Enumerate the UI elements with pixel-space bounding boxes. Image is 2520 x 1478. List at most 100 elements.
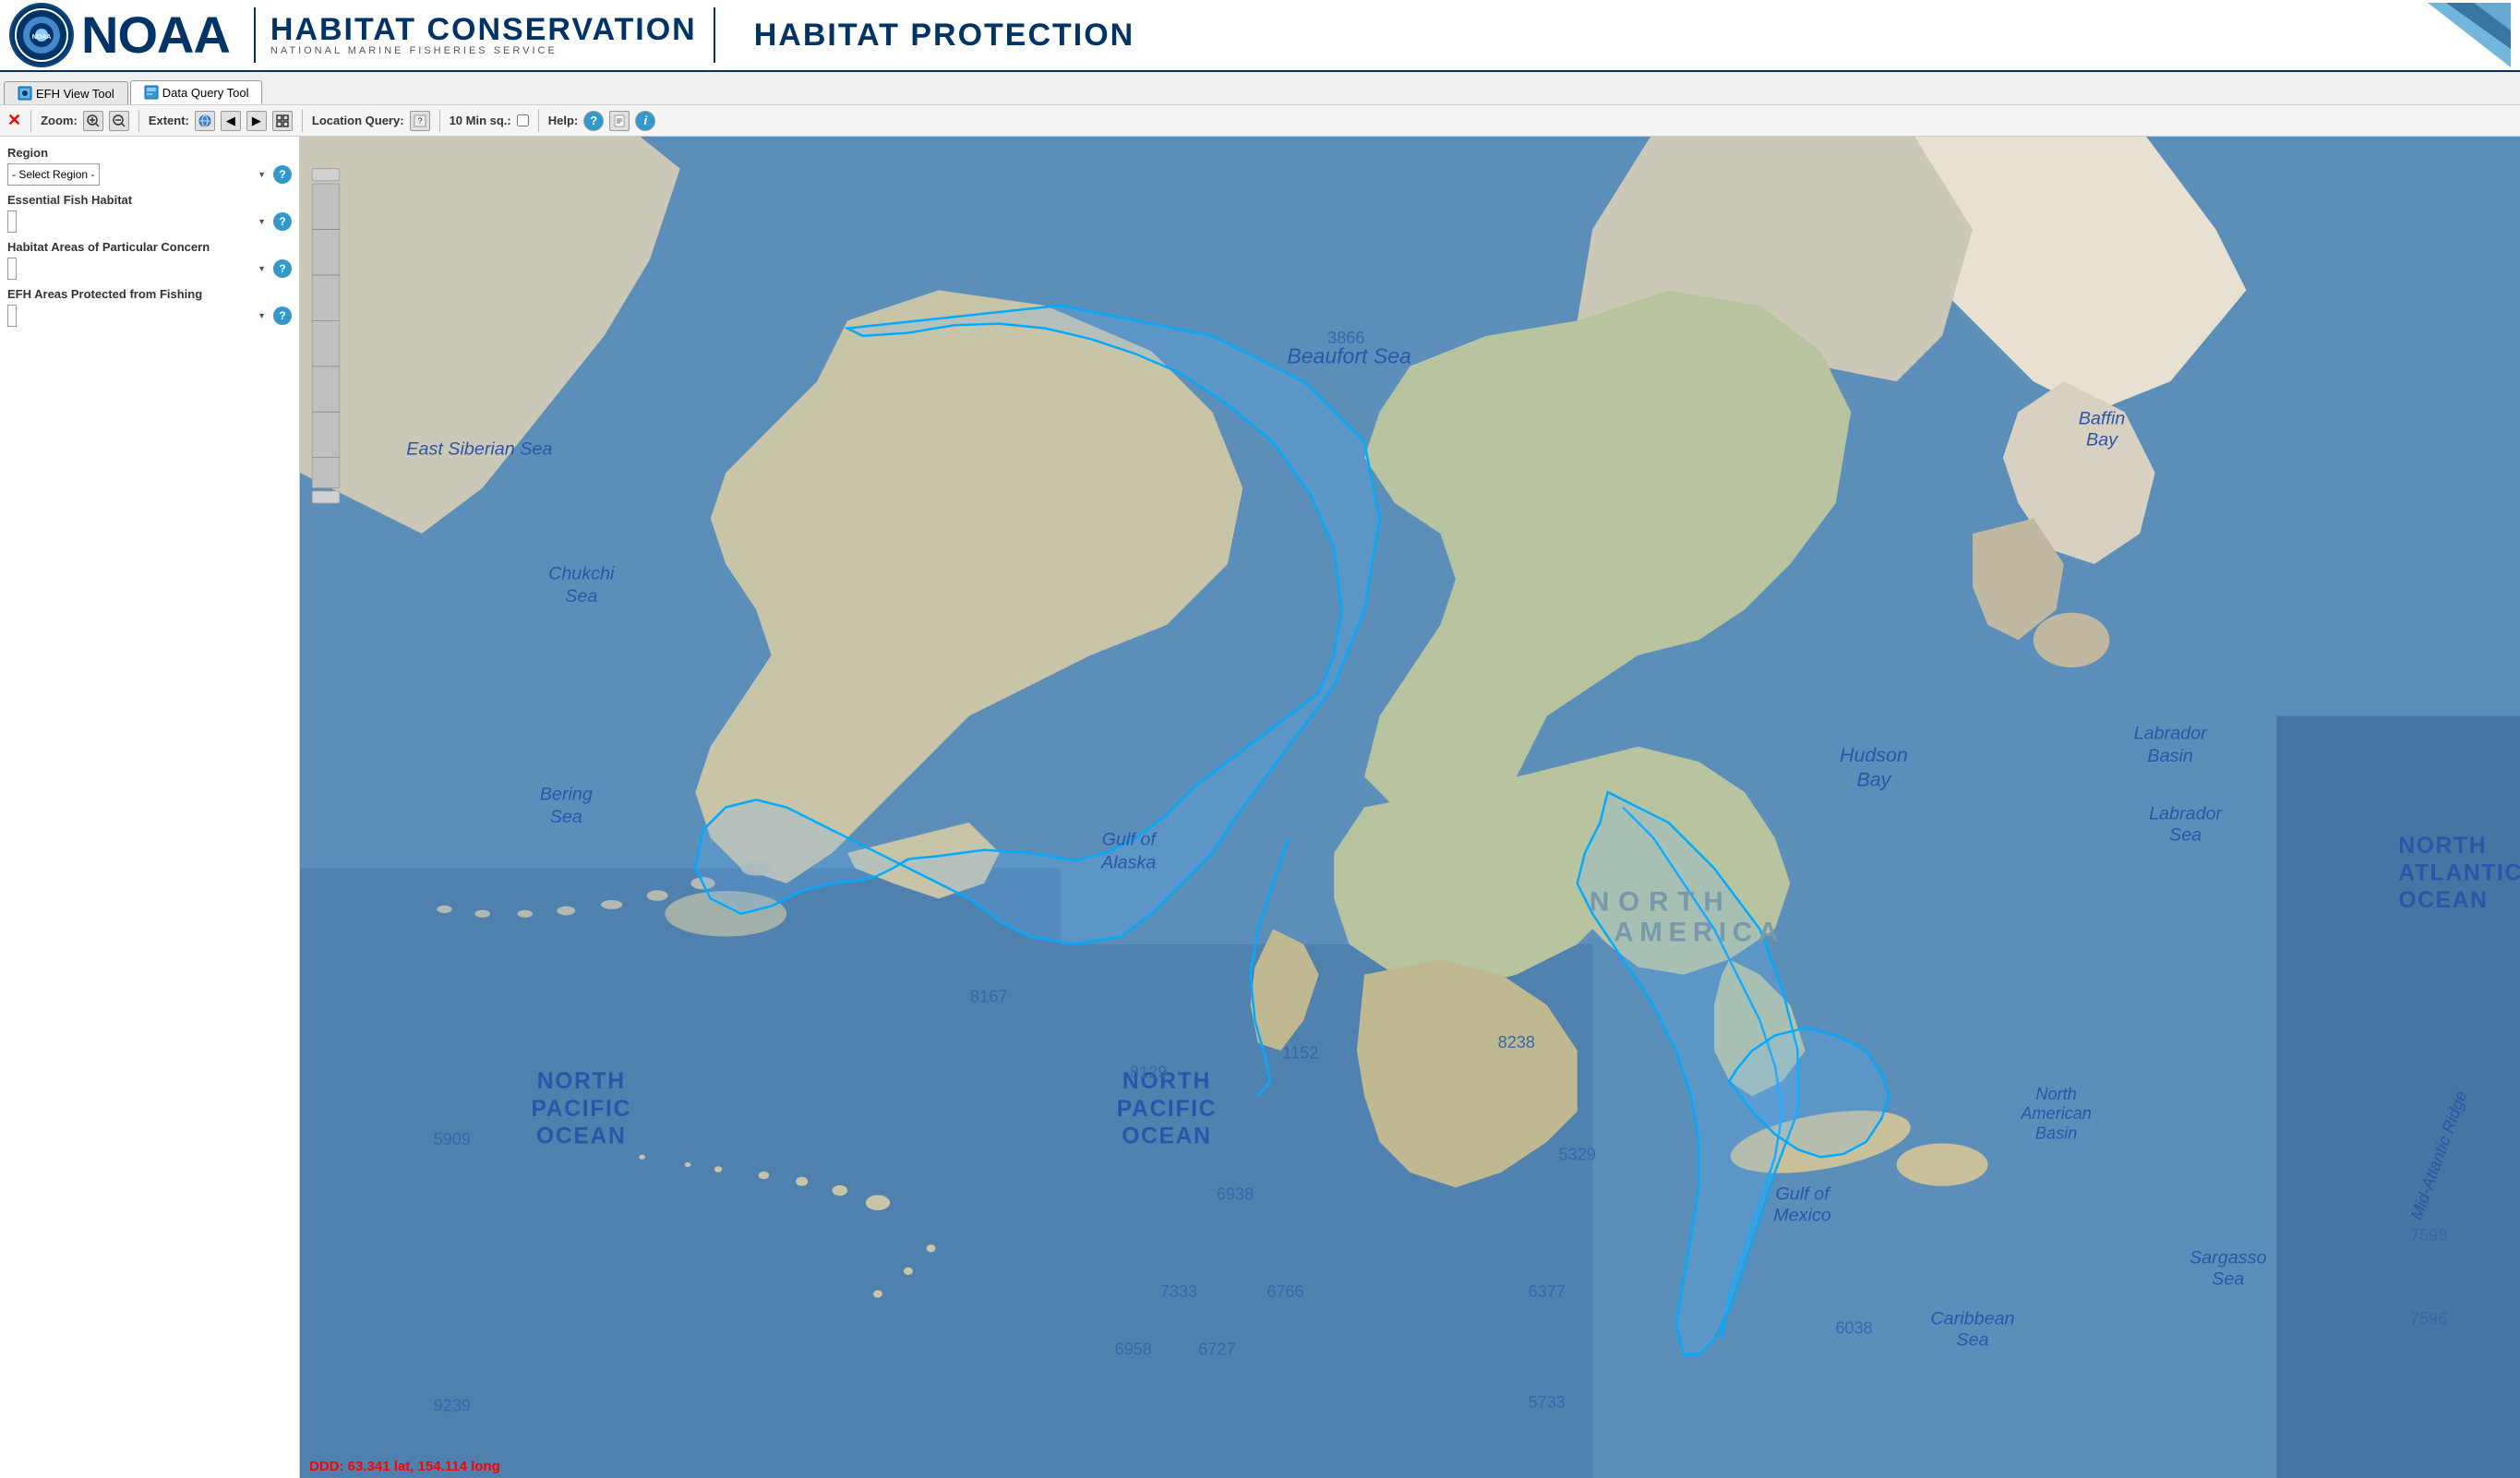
region-row: - Select Region - Alaska Pacific Coast G… [7, 163, 292, 186]
extent-prev-button[interactable]: ◀ [221, 111, 241, 131]
baffin-bay-label: Baffin [2079, 408, 2126, 428]
north-pacific-mid-label2: PACIFIC [1117, 1097, 1217, 1122]
hapc-row: ? [7, 258, 292, 280]
help-info-button[interactable]: i [635, 111, 655, 131]
tabs-bar: EFH View Tool Data Query Tool [0, 72, 2520, 105]
hawaii-northwest3 [639, 1155, 645, 1160]
help-question-button[interactable]: ? [583, 111, 604, 131]
efh-select[interactable] [7, 210, 17, 233]
depth-8167: 8167 [970, 987, 1007, 1005]
efh-view-icon [18, 86, 32, 101]
efh-fishing-select[interactable] [7, 305, 17, 327]
toolbar-sep1 [30, 110, 31, 132]
hawaii-south3 [873, 1291, 882, 1298]
tab-data-query-label: Data Query Tool [162, 86, 249, 100]
depth-6938: 6938 [1217, 1184, 1254, 1203]
map-svg: Beaufort Sea East Siberian Sea Chukchi S… [300, 137, 2520, 1478]
gulf-mexico-label2: Mexico [1773, 1206, 1831, 1226]
ten-min-sq-label: 10 Min sq.: [450, 114, 511, 127]
hapc-select-wrapper [7, 258, 270, 280]
zoom-out-button[interactable] [109, 111, 129, 131]
north-atlantic-label2: ATLANTIC [2398, 861, 2520, 886]
toolbar-sep5 [538, 110, 539, 132]
efh-fishing-label: EFH Areas Protected from Fishing [7, 287, 292, 301]
tab-efh-view[interactable]: EFH View Tool [4, 81, 128, 104]
gulf-alaska-label: Gulf of [1102, 830, 1158, 850]
main-toolbar: ✕ Zoom: Extent: ◀ ▶ Location Query: ? 10… [0, 105, 2520, 137]
zoom-in-button[interactable] [83, 111, 103, 131]
aleutian5 [557, 907, 575, 916]
hawaii-maui [833, 1185, 847, 1196]
north-american-basin-label: North [2035, 1085, 2076, 1103]
location-query-label: Location Query: [312, 114, 404, 127]
caribbean-label2: Sea [1956, 1330, 1988, 1351]
zoom-scale-top [312, 169, 340, 181]
depth-9239: 9239 [434, 1396, 471, 1414]
toolbar-sep2 [138, 110, 139, 132]
coordinates-display: DDD: 63.341 lat, 154.114 long [309, 1459, 500, 1474]
depth-5909: 5909 [434, 1130, 471, 1148]
sargasso-label: Sargasso [2190, 1248, 2266, 1268]
depth-8238: 8238 [1498, 1033, 1535, 1051]
region-help-button[interactable]: ? [273, 165, 292, 184]
data-query-icon [144, 85, 159, 100]
header-divider2 [714, 7, 715, 63]
region-section: Region - Select Region - Alaska Pacific … [7, 146, 292, 186]
close-button[interactable]: ✕ [7, 111, 21, 130]
region-select-wrapper: - Select Region - Alaska Pacific Coast G… [7, 163, 270, 186]
svg-text:NOAA: NOAA [32, 34, 52, 41]
north-american-basin-label2: American [2020, 1104, 2092, 1123]
toolbar-sep4 [439, 110, 440, 132]
sidebar: Region - Select Region - Alaska Pacific … [0, 137, 300, 1478]
help-label: Help: [548, 114, 579, 127]
hudson-bay-label2: Bay [1856, 768, 1891, 790]
efh-section: Essential Fish Habitat ? [7, 193, 292, 233]
depth-1152: 1152 [1282, 1043, 1318, 1062]
hawaii-oahu [796, 1177, 808, 1186]
hawaii-northwest2 [685, 1162, 691, 1167]
baffin-bay-label2: Bay [2086, 429, 2118, 450]
newfoundland [2034, 613, 2109, 667]
north-american-basin-label3: Basin [2035, 1124, 2077, 1143]
efh-fishing-section: EFH Areas Protected from Fishing ? [7, 287, 292, 327]
labrador-sea-label: Labrador [2149, 804, 2223, 824]
extent-globe-button[interactable] [195, 111, 215, 131]
region-select[interactable]: - Select Region - Alaska Pacific Coast G… [7, 163, 100, 186]
hapc-select[interactable] [7, 258, 17, 280]
tab-data-query[interactable]: Data Query Tool [130, 80, 263, 104]
hawaii-northwest1 [714, 1166, 722, 1172]
main-layout: Region - Select Region - Alaska Pacific … [0, 137, 2520, 1478]
nmfs-subtitle: NATIONAL MARINE FISHERIES SERVICE [270, 45, 697, 56]
extent-next-button[interactable]: ▶ [246, 111, 267, 131]
aleutian6 [518, 910, 533, 918]
north-pacific-left-label2: PACIFIC [532, 1097, 631, 1122]
gulf-alaska-label2: Alaska [1100, 852, 1156, 872]
hudson-bay-label: Hudson [1840, 744, 1908, 766]
hapc-help-button[interactable]: ? [273, 259, 292, 278]
efh-label: Essential Fish Habitat [7, 193, 292, 207]
north-america-label2: AMERICA [1614, 917, 1783, 947]
depth-6958: 6958 [1115, 1340, 1152, 1359]
region-label: Region [7, 146, 292, 160]
depth-6766: 6766 [1266, 1282, 1303, 1301]
north-pacific-left-label3: OCEAN [536, 1124, 626, 1149]
extent-full-button[interactable] [272, 111, 293, 131]
map-area[interactable]: Beaufort Sea East Siberian Sea Chukchi S… [300, 137, 2520, 1478]
bering-sea-label: Bering [540, 784, 593, 804]
ten-min-sq-checkbox[interactable] [517, 114, 529, 126]
hapc-section: Habitat Areas of Particular Concern ? [7, 240, 292, 280]
efh-help-button[interactable]: ? [273, 212, 292, 231]
help-doc-button[interactable] [609, 111, 630, 131]
aleutian3 [647, 890, 668, 901]
hawaii-kauai [759, 1172, 770, 1179]
noaa-logo: NOAA [9, 3, 74, 67]
efh-fishing-help-button[interactable]: ? [273, 306, 292, 325]
habitat-protection-title: HABITAT PROTECTION [754, 18, 1135, 54]
hab-conservation-block: HABITAT CONSERVATION NATIONAL MARINE FIS… [270, 14, 697, 56]
aleutian7 [474, 910, 489, 918]
location-query-button[interactable]: ? [410, 111, 430, 131]
efh-fishing-select-wrapper [7, 305, 270, 327]
sargasso-label2: Sea [2212, 1269, 2244, 1290]
north-pacific-mid-label3: OCEAN [1122, 1124, 1211, 1149]
north-atlantic-label: NORTH [2398, 834, 2487, 859]
